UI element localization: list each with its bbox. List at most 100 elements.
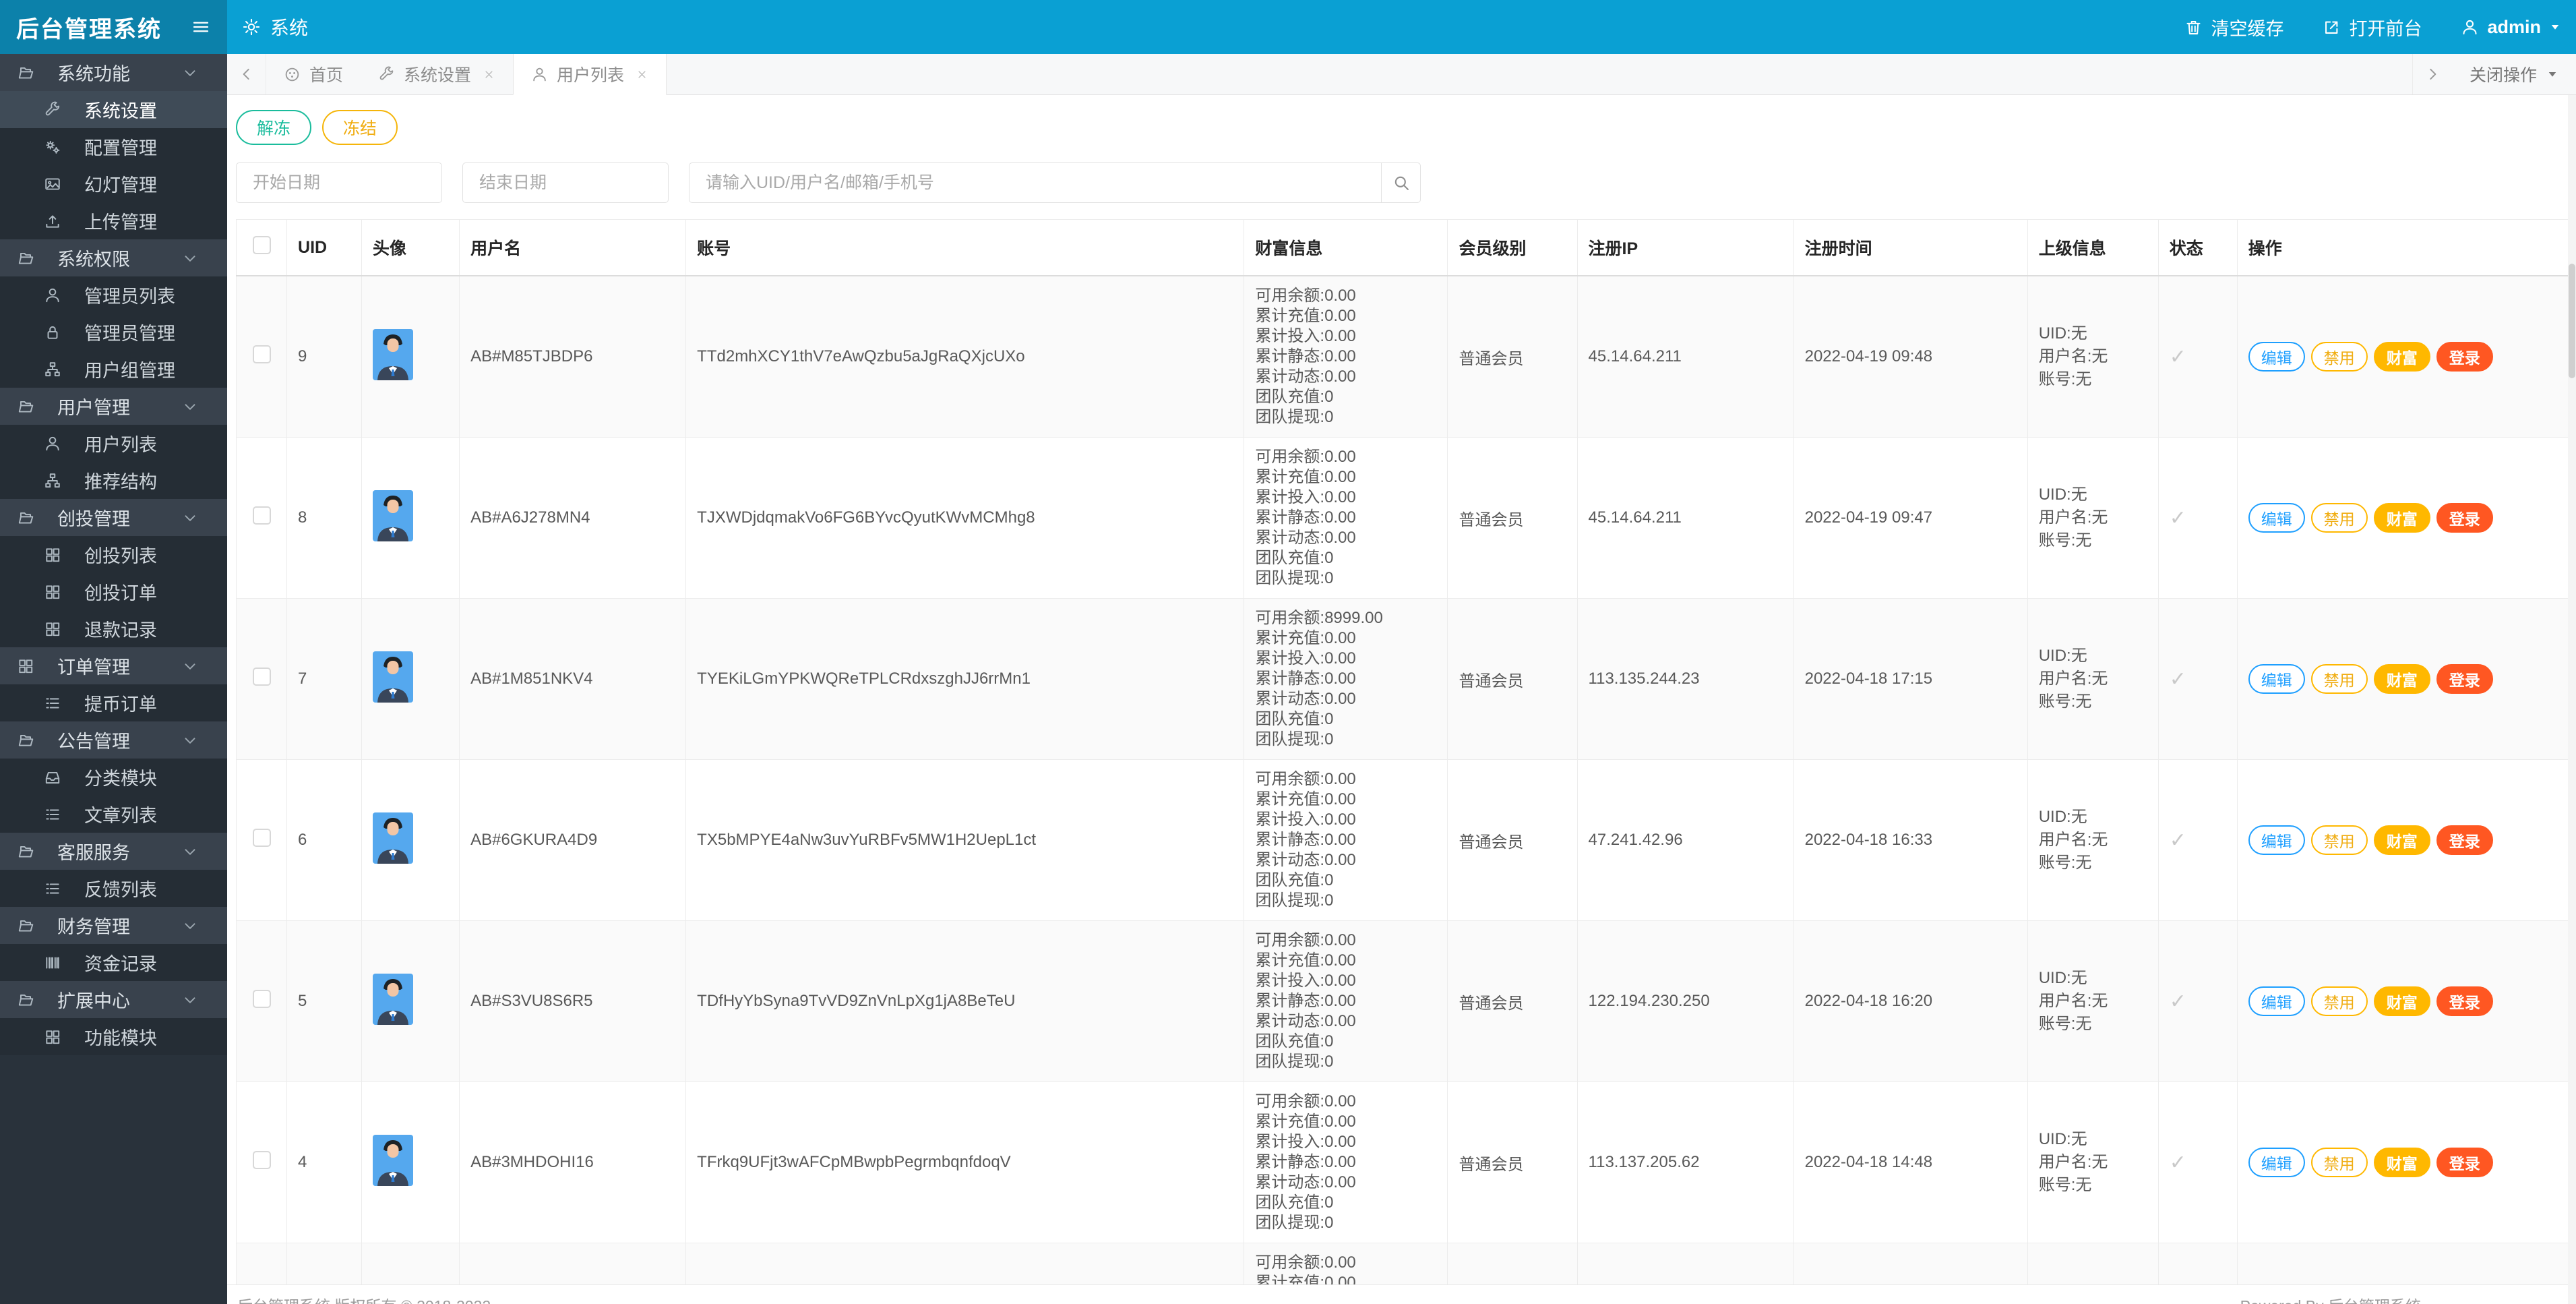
tabs-scroll-right-button[interactable] (2413, 54, 2452, 94)
edit-button[interactable]: 编辑 (2248, 503, 2305, 533)
close-operations-dropdown[interactable]: 关闭操作 (2452, 54, 2576, 94)
parent-line: UID:无 (2038, 1130, 2087, 1148)
disable-button[interactable]: 禁用 (2310, 986, 2368, 1016)
row-checkbox[interactable] (252, 506, 271, 525)
sidebar-item-22[interactable]: 反馈列表 (0, 870, 227, 907)
parent-line: 账号:无 (2038, 531, 2092, 550)
wealth-line: 累计投入:0.00 (1255, 488, 1356, 506)
row-checkbox[interactable] (252, 990, 271, 1008)
hamburger-icon[interactable] (191, 17, 211, 37)
wealth-button[interactable]: 财富 (2373, 986, 2430, 1016)
login-button[interactable]: 登录 (2436, 986, 2493, 1016)
keyword-input[interactable] (689, 162, 1382, 203)
disable-button[interactable]: 禁用 (2310, 503, 2368, 533)
sidebar-item-16[interactable]: 订单管理 (0, 647, 227, 684)
list-icon (44, 694, 71, 712)
edit-button[interactable]: 编辑 (2248, 1148, 2305, 1177)
sidebar-item-0[interactable]: 系统功能 (0, 54, 227, 91)
sidebar-item-10[interactable]: 用户列表 (0, 425, 227, 462)
th-icon (17, 657, 44, 675)
disable-button[interactable]: 禁用 (2310, 825, 2368, 855)
close-icon[interactable] (483, 68, 495, 81)
wealth-button[interactable]: 财富 (2373, 503, 2430, 533)
status-check-icon[interactable]: ✓ (2170, 507, 2186, 529)
wealth-button[interactable]: 财富 (2373, 664, 2430, 694)
sidebar-item-7[interactable]: 管理员管理 (0, 314, 227, 351)
parent-line: UID:无 (2038, 969, 2087, 987)
login-button[interactable]: 登录 (2436, 664, 2493, 694)
sidebar-item-14[interactable]: 创投订单 (0, 573, 227, 610)
sidebar-item-4[interactable]: 上传管理 (0, 202, 227, 239)
start-date-input[interactable] (236, 162, 442, 203)
select-all-checkbox[interactable] (252, 236, 271, 254)
edit-button[interactable]: 编辑 (2248, 825, 2305, 855)
parent-line: 账号:无 (2038, 692, 2092, 711)
status-check-icon[interactable]: ✓ (2170, 668, 2186, 690)
sidebar-item-23[interactable]: 财务管理 (0, 907, 227, 944)
tab-2[interactable]: 用户列表 (513, 54, 667, 95)
sidebar-item-18[interactable]: 公告管理 (0, 721, 227, 759)
user-menu[interactable]: admin (2461, 17, 2561, 38)
sidebar-item-15[interactable]: 退款记录 (0, 610, 227, 647)
open-frontend-button[interactable]: 打开前台 (2323, 14, 2422, 40)
sidebar-item-label: 公告管理 (57, 732, 130, 752)
status-check-icon[interactable]: ✓ (2170, 1152, 2186, 1174)
parent-line: 用户名:无 (2038, 347, 2108, 365)
sidebar-item-20[interactable]: 文章列表 (0, 796, 227, 833)
freeze-button[interactable]: 冻结 (322, 110, 398, 145)
unfreeze-button[interactable]: 解冻 (236, 110, 312, 145)
status-check-icon[interactable]: ✓ (2170, 829, 2186, 852)
sidebar-item-24[interactable]: 资金记录 (0, 944, 227, 981)
sidebar-item-12[interactable]: 创投管理 (0, 499, 227, 536)
status-check-icon[interactable]: ✓ (2170, 346, 2186, 368)
column-header: 头像 (361, 219, 460, 276)
sidebar-item-label: 配置管理 (84, 138, 157, 158)
edit-button[interactable]: 编辑 (2248, 342, 2305, 372)
sidebar-item-6[interactable]: 管理员列表 (0, 276, 227, 314)
wealth-button[interactable]: 财富 (2373, 825, 2430, 855)
sidebar-item-17[interactable]: 提币订单 (0, 684, 227, 721)
login-button[interactable]: 登录 (2436, 825, 2493, 855)
login-button[interactable]: 登录 (2436, 342, 2493, 372)
sidebar-item-13[interactable]: 创投列表 (0, 536, 227, 573)
sidebar-item-8[interactable]: 用户组管理 (0, 351, 227, 388)
row-checkbox[interactable] (252, 345, 271, 363)
status-check-icon[interactable]: ✓ (2170, 990, 2186, 1013)
sidebar-item-11[interactable]: 推荐结构 (0, 462, 227, 499)
row-checkbox[interactable] (252, 829, 271, 847)
row-checkbox[interactable] (252, 668, 271, 686)
login-button[interactable]: 登录 (2436, 1148, 2493, 1177)
sidebar-item-label: 功能模块 (84, 1028, 157, 1048)
sidebar-item-3[interactable]: 幻灯管理 (0, 165, 227, 202)
disable-button[interactable]: 禁用 (2310, 664, 2368, 694)
scrollbar-track[interactable] (2568, 95, 2576, 1304)
edit-button[interactable]: 编辑 (2248, 986, 2305, 1016)
footer: 后台管理系统 版权所有 © 2018-2022 Powered By 后台管理系… (227, 1284, 2576, 1304)
row-checkbox[interactable] (252, 1151, 271, 1169)
sidebar-item-26[interactable]: 功能模块 (0, 1018, 227, 1055)
sidebar-item-2[interactable]: 配置管理 (0, 128, 227, 165)
login-button[interactable]: 登录 (2436, 503, 2493, 533)
wealth-button[interactable]: 财富 (2373, 1148, 2430, 1177)
sidebar-item-21[interactable]: 客服服务 (0, 833, 227, 870)
disable-button[interactable]: 禁用 (2310, 1148, 2368, 1177)
disable-button[interactable]: 禁用 (2310, 342, 2368, 372)
chevron-down-icon (181, 509, 208, 527)
close-icon[interactable] (636, 68, 648, 81)
topbar-system[interactable]: 系统 (242, 13, 308, 40)
sidebar-item-1[interactable]: 系统设置 (0, 91, 227, 128)
sidebar-item-5[interactable]: 系统权限 (0, 239, 227, 276)
wrench-icon (378, 66, 395, 83)
tabs-scroll-left-button[interactable] (227, 54, 266, 94)
tab-0[interactable]: 首页 (266, 54, 361, 94)
edit-button[interactable]: 编辑 (2248, 664, 2305, 694)
sidebar-item-9[interactable]: 用户管理 (0, 388, 227, 425)
sidebar-item-25[interactable]: 扩展中心 (0, 981, 227, 1018)
tab-1[interactable]: 系统设置 (361, 54, 513, 94)
wealth-button[interactable]: 财富 (2373, 342, 2430, 372)
search-button[interactable] (1382, 162, 1421, 203)
clear-cache-button[interactable]: 清空缓存 (2184, 14, 2283, 40)
sidebar-item-19[interactable]: 分类模块 (0, 759, 227, 796)
end-date-input[interactable] (462, 162, 669, 203)
scrollbar-thumb[interactable] (2569, 264, 2575, 378)
